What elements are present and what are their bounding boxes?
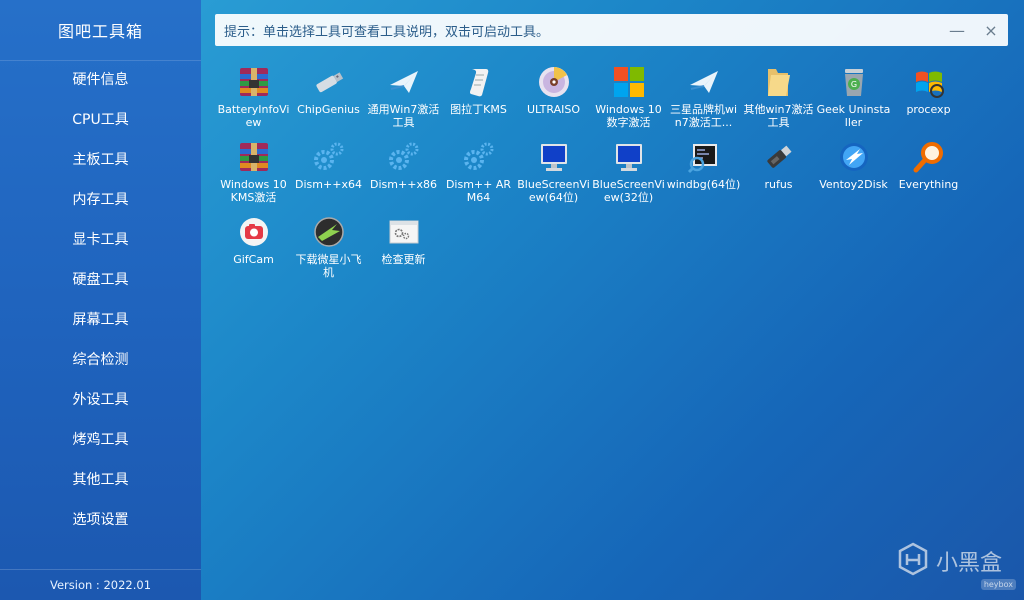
- version-label: Version : 2022.01: [0, 569, 201, 600]
- tool-label: 下载微星小飞机: [295, 253, 362, 279]
- tool-label: 三星品牌机win7激活工...: [669, 103, 738, 129]
- tool-label: Everything: [898, 178, 959, 191]
- sidebar-item-other-tools[interactable]: 其他工具: [0, 459, 201, 499]
- tool-label: rufus: [764, 178, 793, 191]
- heybox-tag: heybox: [980, 579, 1016, 590]
- app-window: 图吧工具箱 硬件信息 CPU工具 主板工具 内存工具 显卡工具 硬盘工具 屏幕工…: [0, 0, 1024, 600]
- sidebar-nav: 硬件信息 CPU工具 主板工具 内存工具 显卡工具 硬盘工具 屏幕工具 综合检测…: [0, 59, 201, 539]
- tool-label: Ventoy2Disk: [819, 178, 888, 191]
- magnifier-icon: [911, 139, 947, 175]
- usb-drive-icon: [311, 64, 347, 100]
- tool-label: 图拉丁KMS: [450, 103, 507, 116]
- tool-procexp[interactable]: procexp: [891, 62, 966, 137]
- tool-dism-x86[interactable]: Dism++x86: [366, 137, 441, 212]
- tool-win10-digital-activation[interactable]: Windows 10 数字激活: [591, 62, 666, 137]
- tool-other-win7-activators[interactable]: 其他win7激活工具: [741, 62, 816, 137]
- tool-ventoy2disk[interactable]: Ventoy2Disk: [816, 137, 891, 212]
- bluescreen-monitor-icon: [536, 139, 572, 175]
- gears-icon: [311, 139, 347, 175]
- tool-win10-kms-activation[interactable]: Windows 10 KMS激活: [216, 137, 291, 212]
- tool-label: Dism++x64: [295, 178, 362, 191]
- tool-gifcam[interactable]: GifCam: [216, 212, 291, 287]
- gears-icon: [386, 139, 422, 175]
- heybox-logo-icon: [896, 542, 930, 580]
- tool-label: Dism++ ARM64: [445, 178, 512, 204]
- sidebar-item-screen-tools[interactable]: 屏幕工具: [0, 299, 201, 339]
- tool-label: 其他win7激活工具: [743, 103, 814, 129]
- winrar-archive-icon: [236, 64, 272, 100]
- scroll-icon: [461, 64, 497, 100]
- svg-text:G: G: [850, 80, 856, 89]
- tool-dism-x64[interactable]: Dism++x64: [291, 137, 366, 212]
- winrar-archive-icon: [236, 139, 272, 175]
- sidebar-item-peripheral-tools[interactable]: 外设工具: [0, 379, 201, 419]
- tool-geek-uninstaller[interactable]: G Geek Uninstaller: [816, 62, 891, 137]
- tool-check-update[interactable]: 检查更新: [366, 212, 441, 287]
- tool-label: Windows 10 KMS激活: [220, 178, 287, 204]
- app-title: 图吧工具箱: [57, 22, 143, 41]
- heybox-watermark: 小黑盒 heybox: [896, 542, 1016, 590]
- tool-label: procexp: [906, 103, 951, 116]
- sidebar-item-stress-tools[interactable]: 烤鸡工具: [0, 419, 201, 459]
- camera-icon: [236, 214, 272, 250]
- tool-chipgenius[interactable]: ChipGenius: [291, 62, 366, 137]
- tool-label: Dism++x86: [370, 178, 437, 191]
- sidebar-item-cpu-tools[interactable]: CPU工具: [0, 99, 201, 139]
- tool-dism-arm64[interactable]: Dism++ ARM64: [441, 137, 516, 212]
- tool-batteryinfoview[interactable]: BatteryInfoView: [216, 62, 291, 137]
- sidebar-item-motherboard-tools[interactable]: 主板工具: [0, 139, 201, 179]
- bluescreen-monitor-icon: [611, 139, 647, 175]
- tool-tuladin-kms[interactable]: 图拉丁KMS: [441, 62, 516, 137]
- tool-label: 通用Win7激活工具: [367, 103, 440, 129]
- afterburner-icon: [311, 214, 347, 250]
- tool-samsung-win7-activator[interactable]: 三星品牌机win7激活工...: [666, 62, 741, 137]
- sidebar-item-hardware-info[interactable]: 硬件信息: [0, 59, 201, 99]
- paper-plane-icon: [686, 64, 722, 100]
- paper-plane-icon: [386, 64, 422, 100]
- heybox-brand-text: 小黑盒: [935, 551, 1002, 576]
- tool-label: Windows 10 数字激活: [595, 103, 662, 129]
- usb-stick-icon: [761, 139, 797, 175]
- sidebar-item-gpu-tools[interactable]: 显卡工具: [0, 219, 201, 259]
- minimize-button[interactable]: —: [940, 14, 974, 46]
- tool-grid: BatteryInfoView ChipGenius 通用Win7激活工具 图拉…: [216, 62, 996, 287]
- tool-label: 检查更新: [381, 253, 426, 266]
- disc-icon: [536, 64, 572, 100]
- tool-everything[interactable]: Everything: [891, 137, 966, 212]
- sidebar-item-settings[interactable]: 选项设置: [0, 499, 201, 539]
- sidebar-item-system-check[interactable]: 综合检测: [0, 339, 201, 379]
- sidebar: 图吧工具箱 硬件信息 CPU工具 主板工具 内存工具 显卡工具 硬盘工具 屏幕工…: [0, 0, 201, 600]
- ventoy-orb-icon: [836, 139, 872, 175]
- tool-ultraiso[interactable]: ULTRAISO: [516, 62, 591, 137]
- tool-label: BlueScreenView(32位): [592, 178, 665, 204]
- hint-text: 提示：单击选择工具可查看工具说明，双击可启动工具。: [224, 24, 550, 40]
- close-button[interactable]: ×: [974, 14, 1008, 46]
- hint-bar: 提示：单击选择工具可查看工具说明，双击可启动工具。 — ×: [215, 14, 1008, 46]
- debugger-icon: [686, 139, 722, 175]
- tool-bluescreenview-32[interactable]: BlueScreenView(32位): [591, 137, 666, 212]
- tool-windbg-64[interactable]: windbg(64位): [666, 137, 741, 212]
- tool-label: windbg(64位): [666, 178, 741, 191]
- tool-win7-activator[interactable]: 通用Win7激活工具: [366, 62, 441, 137]
- tool-label: BlueScreenView(64位): [517, 178, 590, 204]
- trash-can-icon: G: [836, 64, 872, 100]
- sidebar-item-disk-tools[interactable]: 硬盘工具: [0, 259, 201, 299]
- folder-icon: [761, 64, 797, 100]
- tool-bluescreenview-64[interactable]: BlueScreenView(64位): [516, 137, 591, 212]
- tool-label: BatteryInfoView: [217, 103, 290, 129]
- tool-label: ULTRAISO: [527, 103, 580, 116]
- windows-logo-icon: [611, 64, 647, 100]
- tool-label: Geek Uninstaller: [816, 103, 891, 129]
- tool-rufus[interactable]: rufus: [741, 137, 816, 212]
- gears-icon: [461, 139, 497, 175]
- windows-flag-icon: [911, 64, 947, 100]
- tool-label: ChipGenius: [297, 103, 360, 116]
- tool-label: GifCam: [233, 253, 274, 266]
- sidebar-item-memory-tools[interactable]: 内存工具: [0, 179, 201, 219]
- tool-msi-afterburner-download[interactable]: 下载微星小飞机: [291, 212, 366, 287]
- update-window-icon: [386, 214, 422, 250]
